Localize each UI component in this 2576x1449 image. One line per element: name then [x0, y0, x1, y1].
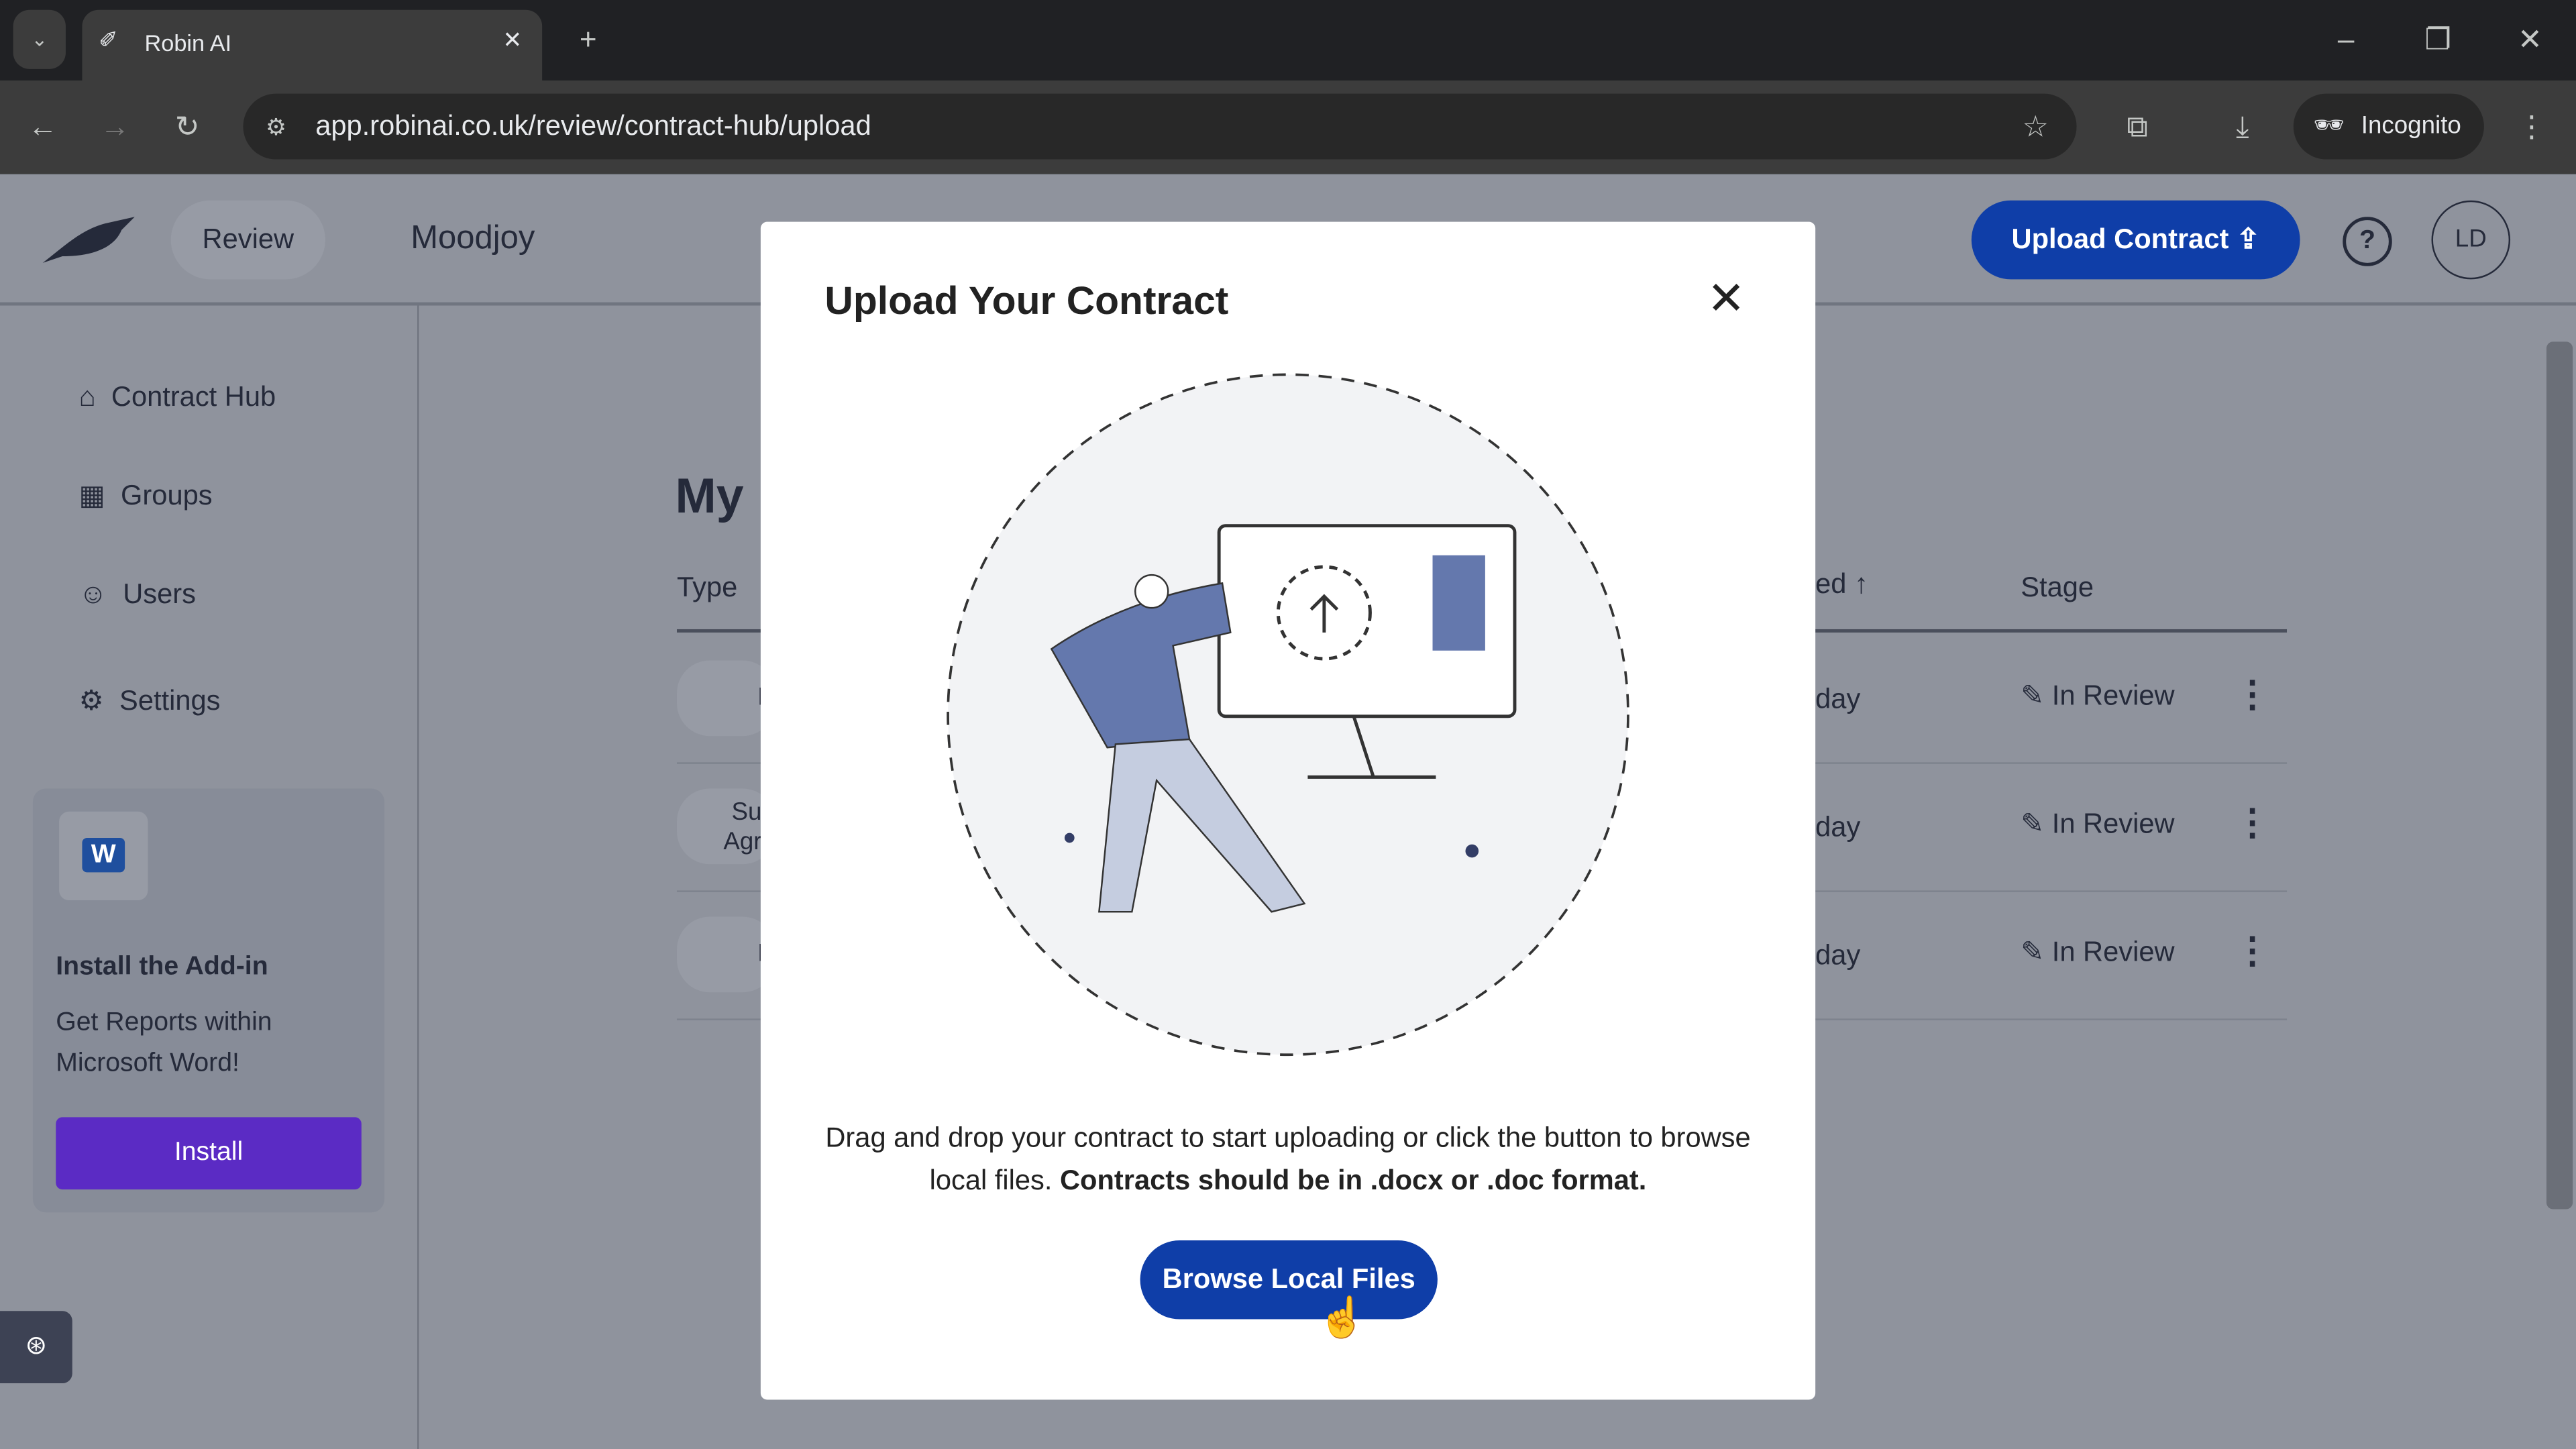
column-stage[interactable]: Stage [2021, 572, 2094, 604]
url-text: app.robinai.co.uk/review/contract-hub/up… [315, 110, 871, 142]
pencil-icon: ✎ [2021, 680, 2045, 712]
tab-title: Robin AI [144, 30, 232, 56]
incognito-badge[interactable]: 🕶 Incognito [2293, 93, 2484, 160]
row-menu-icon[interactable]: ⋮ [2235, 930, 2271, 973]
sidebar-item-label: Groups [121, 480, 213, 511]
home-icon: ⌂ [78, 381, 96, 413]
bird-icon: ✐ [98, 26, 118, 53]
bookmark-star-icon[interactable]: ☆ [2011, 94, 2060, 160]
row-menu-icon[interactable]: ⋮ [2235, 802, 2271, 845]
word-icon: W [59, 811, 148, 901]
avatar[interactable]: LD [2431, 200, 2511, 280]
addin-card: W Install the Add-in Get Reports within … [32, 788, 385, 1213]
forward-icon[interactable]: → [89, 94, 141, 160]
date-cell: day [1815, 683, 1861, 715]
sidebar-item-label: Contract Hub [111, 381, 276, 413]
browse-local-files-button[interactable]: Browse Local Files [1140, 1240, 1438, 1320]
sidebar-item-contract-hub[interactable]: ⌂ Contract Hub [79, 381, 276, 414]
pencil-icon: ✎ [2021, 808, 2045, 840]
gear-icon: ⚙ [78, 685, 104, 716]
close-window-icon[interactable]: ✕ [2504, 7, 2556, 72]
site-info-icon[interactable]: ⚙ [253, 94, 299, 160]
upload-contract-label: Upload Contract [2011, 223, 2229, 255]
upload-illustration[interactable] [943, 370, 1633, 1060]
org-name: Moodjoy [411, 220, 535, 257]
date-cell: day [1815, 939, 1861, 971]
reload-icon[interactable]: ↻ [161, 94, 213, 160]
help-icon[interactable]: ? [2343, 217, 2392, 266]
scrollbar[interactable] [2543, 306, 2576, 1449]
sidebar-item-settings[interactable]: ⚙ Settings [79, 685, 221, 718]
column-type[interactable]: Type [677, 572, 737, 604]
tab-search-icon[interactable]: ⌄ [13, 9, 66, 69]
scrollbar-thumb[interactable] [2546, 341, 2573, 1210]
stage-cell: ✎ In Review [2021, 936, 2175, 968]
sidebar-item-label: Settings [119, 685, 221, 716]
back-icon[interactable]: ← [16, 94, 68, 160]
install-button[interactable]: Install [56, 1117, 362, 1190]
extensions-icon[interactable]: ⧉ [2112, 94, 2161, 160]
download-icon[interactable]: ⤓ [2218, 94, 2267, 160]
support-icon[interactable]: ⊛ [0, 1311, 72, 1384]
new-tab-icon[interactable]: + [562, 7, 614, 72]
upload-contract-button[interactable]: Upload Contract ⇪ [1971, 200, 2300, 280]
sidebar-item-users[interactable]: ☺ Users [79, 578, 196, 611]
pencil-icon: ✎ [2021, 936, 2045, 968]
sort-up-icon: ↑ [1854, 568, 1868, 600]
addin-title: Install the Add-in [56, 953, 268, 981]
sidebar-item-groups[interactable]: ▦ Groups [79, 480, 213, 513]
mouse-cursor-icon: ☝ [1318, 1296, 1367, 1341]
incognito-label: Incognito [2361, 111, 2461, 140]
robin-logo-icon[interactable] [40, 213, 138, 269]
upload-modal: Upload Your Contract ✕ Drag and drop you… [760, 221, 1816, 1400]
page-title: My [675, 470, 744, 525]
tab-bar: ⌄ ✐ Robin AI ✕ + – ❐ ✕ [0, 0, 2576, 81]
stage-cell: ✎ In Review [2021, 680, 2175, 712]
upload-icon: ⇪ [2236, 223, 2260, 255]
modal-description: Drag and drop your contract to start upl… [825, 1122, 1751, 1196]
browser-toolbar: ← → ↻ ⚙ app.robinai.co.uk/review/contrac… [0, 80, 2576, 174]
review-nav-button[interactable]: Review [170, 200, 325, 280]
date-cell: day [1815, 811, 1861, 843]
addin-text: Get Reports within Microsoft Word! [56, 1008, 272, 1078]
close-icon[interactable]: ✕ [1707, 271, 1746, 325]
menu-icon[interactable]: ⋮ [2507, 94, 2556, 160]
modal-title: Upload Your Contract [824, 279, 1229, 324]
user-icon: ☺ [78, 578, 108, 610]
close-tab-icon[interactable]: ✕ [502, 26, 522, 54]
restore-icon[interactable]: ❐ [2412, 7, 2464, 72]
address-bar[interactable]: ⚙ app.robinai.co.uk/review/contract-hub/… [243, 93, 2077, 160]
minimize-icon[interactable]: – [2320, 7, 2372, 72]
grid-icon: ▦ [78, 480, 105, 511]
incognito-icon: 🕶 [2313, 111, 2345, 140]
row-menu-icon[interactable]: ⋮ [2235, 674, 2271, 716]
stage-cell: ✎ In Review [2021, 808, 2175, 840]
sidebar: ⌂ Contract Hub ▦ Groups ☺ Users ⚙ Settin… [0, 305, 419, 1449]
column-date[interactable]: ed ↑ [1815, 568, 1868, 601]
tab-robin-ai[interactable]: ✐ Robin AI ✕ [82, 9, 543, 81]
sidebar-item-label: Users [123, 578, 196, 610]
